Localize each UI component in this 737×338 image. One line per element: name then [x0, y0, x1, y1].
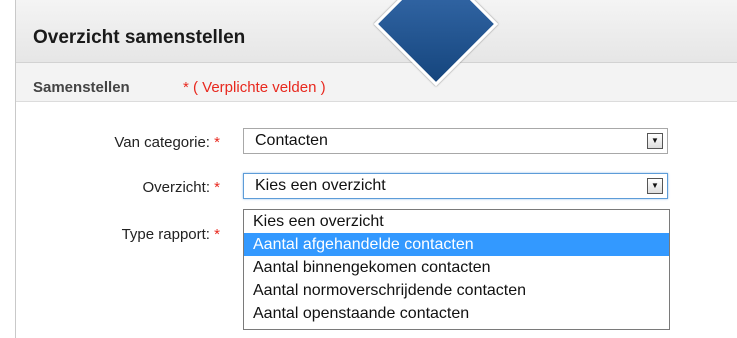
required-asterisk: * — [214, 134, 220, 151]
category-label: Van categorie: * — [0, 134, 220, 151]
report-type-label: Type rapport: * — [0, 226, 220, 243]
required-asterisk: * — [214, 179, 220, 196]
dropdown-option[interactable]: Aantal binnengekomen contacten — [244, 256, 669, 279]
overview-select[interactable]: Kies een overzicht ▼ — [243, 173, 668, 199]
dropdown-option[interactable]: Kies een overzicht — [244, 210, 669, 233]
chevron-down-icon[interactable]: ▼ — [647, 178, 663, 194]
category-label-text: Van categorie: — [114, 134, 210, 151]
report-type-label-text: Type rapport: — [121, 226, 210, 243]
chevron-down-icon[interactable]: ▼ — [647, 133, 663, 149]
required-asterisk: * — [214, 226, 220, 243]
category-select-value: Contacten — [255, 132, 328, 149]
dropdown-option[interactable]: Aantal openstaande contacten — [244, 302, 669, 325]
panel-header: Overzicht samenstellen — [16, 0, 737, 63]
required-fields-note: * ( Verplichte velden ) — [183, 79, 326, 96]
dropdown-option[interactable]: Aantal afgehandelde contacten — [244, 233, 669, 256]
category-select[interactable]: Contacten ▼ — [243, 128, 668, 154]
overview-dropdown-list: Kies een overzicht Aantal afgehandelde c… — [243, 209, 670, 330]
dropdown-option[interactable]: Aantal normoverschrijdende contacten — [244, 279, 669, 302]
section-header: Samenstellen * ( Verplichte velden ) — [16, 63, 737, 102]
page-title: Overzicht samenstellen — [33, 27, 246, 48]
section-title: Samenstellen — [33, 79, 130, 96]
overview-label-text: Overzicht: — [142, 179, 210, 196]
overview-label: Overzicht: * — [0, 179, 220, 196]
overview-select-value: Kies een overzicht — [255, 177, 386, 194]
